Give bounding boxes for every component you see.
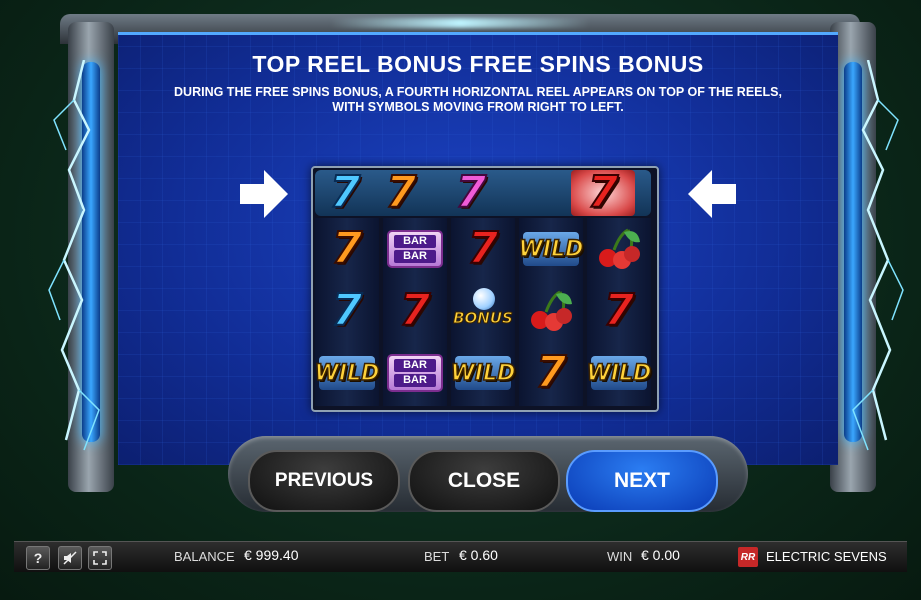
reel-column-3: 7 BONUS WILD <box>450 218 516 406</box>
brand-logo: RR <box>738 547 758 567</box>
reel-symbol: WILD <box>450 342 516 404</box>
next-button[interactable]: NEXT <box>566 450 718 512</box>
balance-label: BALANCE <box>174 549 235 564</box>
reel-symbol: 7 <box>603 285 636 336</box>
top-horizontal-reel: 7 7 7 7 <box>315 170 651 216</box>
bet-value: € 0.60 <box>459 547 498 563</box>
top-reel-symbol: 7 <box>385 167 418 218</box>
reel-symbol <box>587 218 651 280</box>
bet-label: BET <box>424 549 450 564</box>
reel-symbol: BAR BAR <box>383 218 447 280</box>
reel-symbol: 7 <box>331 285 364 336</box>
reel-symbol: 7 <box>467 223 500 274</box>
close-button[interactable]: CLOSE <box>408 450 560 512</box>
lightning-right-icon <box>852 60 904 451</box>
arrow-right-icon <box>240 170 288 218</box>
previous-button[interactable]: PREVIOUS <box>248 450 400 512</box>
bar-bar-symbol: BAR BAR <box>387 354 443 392</box>
top-reel-symbol: 7 <box>329 167 362 218</box>
page-description: DURING THE FREE SPINS BONUS, A FOURTH HO… <box>174 85 782 114</box>
reel-grid: 7 7 WILD BARBAR 7 BARBAR 7 BONUS WILD <box>314 218 655 406</box>
sound-off-icon <box>63 551 77 565</box>
reel-symbol: WILD <box>586 342 652 404</box>
reel-column-4: WILD 7 <box>518 218 584 406</box>
lightning-left-icon <box>48 60 100 451</box>
fullscreen-button[interactable] <box>88 546 112 570</box>
reel-symbol: 7 <box>331 223 364 274</box>
cherry-icon <box>531 290 572 331</box>
reel-symbol: BONUS <box>451 280 515 342</box>
game-name: ELECTRIC SEVENS <box>766 549 887 564</box>
page-title: TOP REEL BONUS FREE SPINS BONUS <box>252 51 704 77</box>
help-button[interactable]: ? <box>26 546 50 570</box>
win-value: € 0.00 <box>641 547 680 563</box>
top-reel-symbol: 7 <box>587 167 620 218</box>
cherry-icon <box>599 228 640 269</box>
frame-glow <box>330 18 590 28</box>
help-icon: ? <box>33 550 43 566</box>
reel-symbol <box>519 280 583 342</box>
reel-column-5: 7 WILD <box>586 218 652 406</box>
game-stage: TOP REEL BONUS FREE SPINS BONUS DURING T… <box>0 0 921 600</box>
reel-column-1: 7 7 WILD <box>314 218 380 406</box>
win-label: WIN <box>607 549 633 564</box>
sound-button[interactable] <box>58 546 82 570</box>
reel-column-2: BAR BAR 7 BAR BAR <box>383 218 447 406</box>
reel-window: 7 7 7 7 7 7 WILD BAR BAR 7 BAR BAR 7 BON… <box>311 166 659 412</box>
balance-value: € 999.40 <box>244 547 299 563</box>
reel-symbol: WILD <box>314 342 380 404</box>
arrow-left-icon <box>688 170 736 218</box>
top-reel-symbol: 7 <box>455 167 488 218</box>
reel-symbol: 7 <box>535 347 568 398</box>
status-bar: ? BALANCE € 999.40 BET € 0.60 WIN € 0.00… <box>14 541 907 572</box>
reel-symbol: WILD <box>518 218 584 280</box>
reel-symbol: BAR BAR <box>383 342 447 404</box>
fullscreen-icon <box>93 551 107 565</box>
bar-bar-symbol: BAR BAR <box>387 230 443 268</box>
reel-symbol: 7 <box>399 285 432 336</box>
bonus-bulb-icon <box>473 288 495 310</box>
